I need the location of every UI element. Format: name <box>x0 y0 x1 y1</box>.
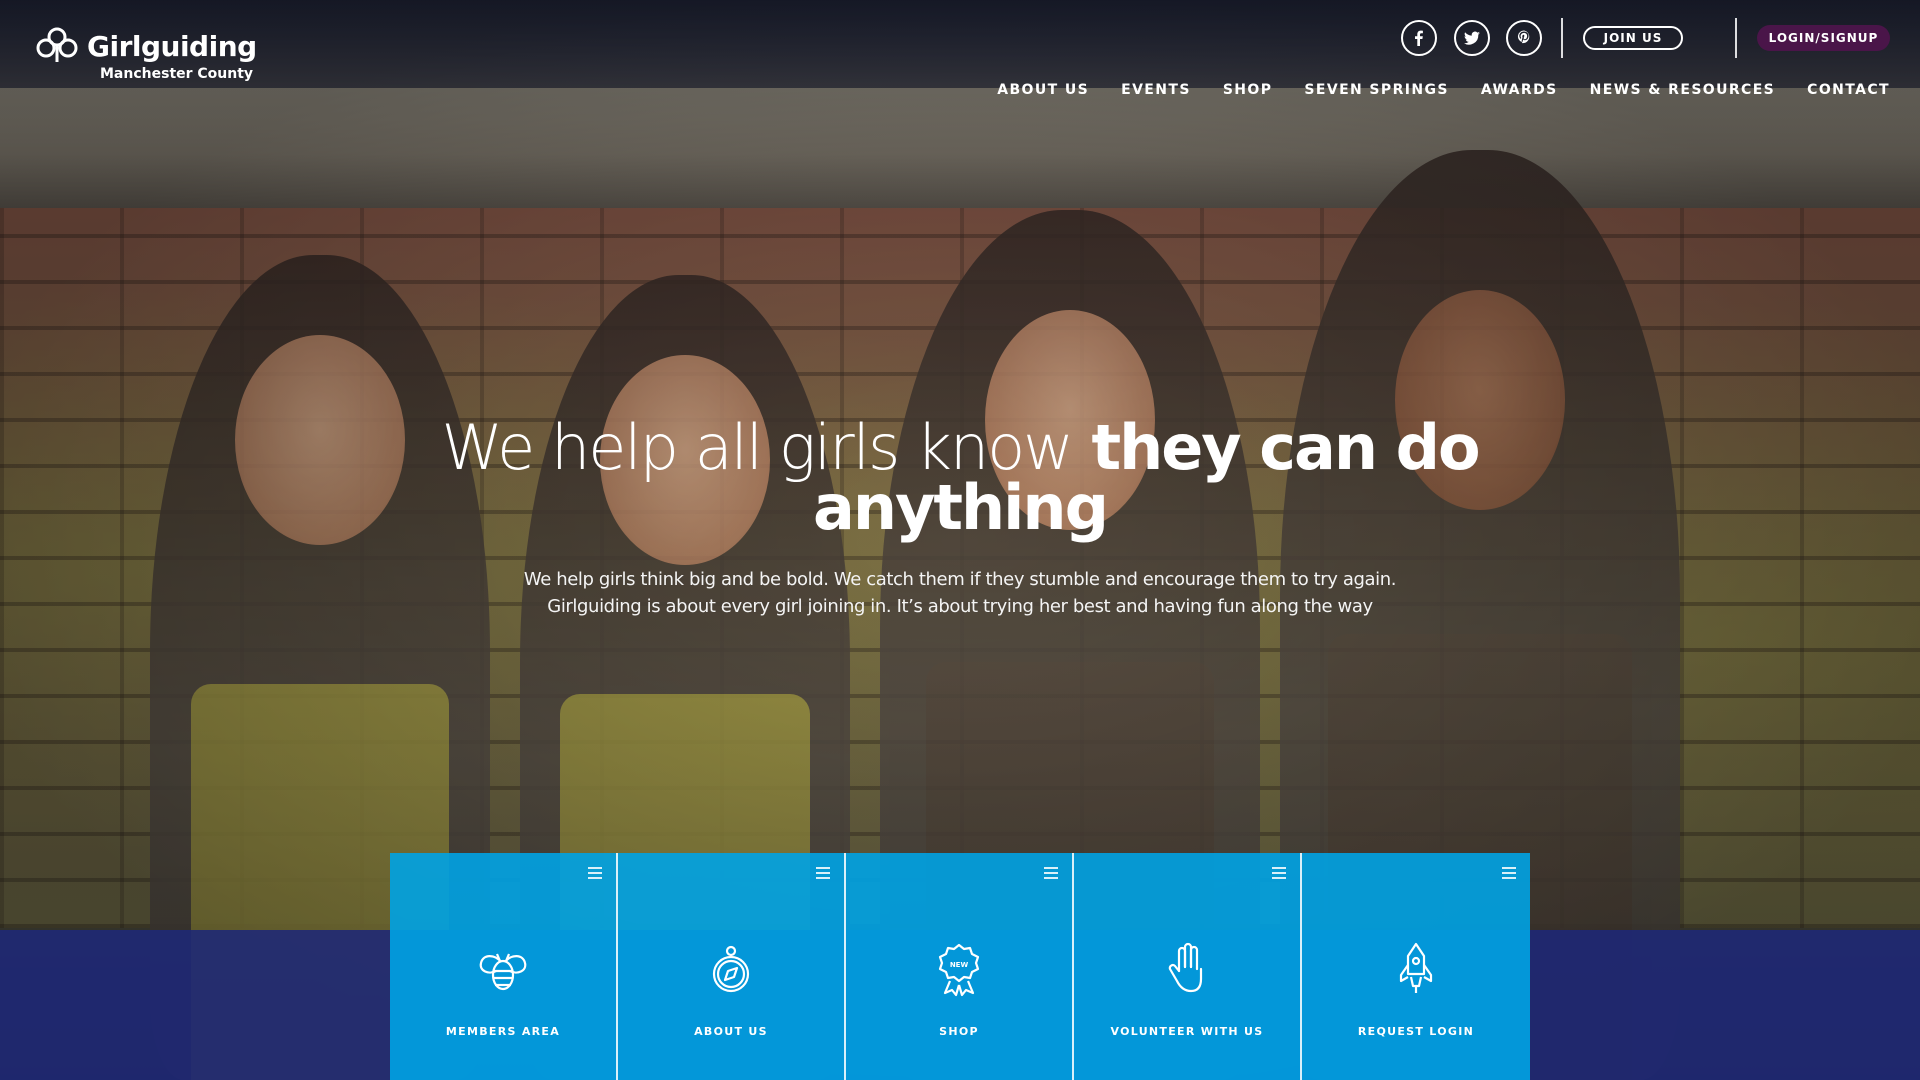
nav-item-shop[interactable]: SHOP <box>1223 82 1273 98</box>
facebook-link[interactable] <box>1401 20 1437 56</box>
nav-item-about-us[interactable]: ABOUT US <box>997 82 1089 98</box>
trefoil-logo-icon <box>36 27 78 62</box>
pinterest-icon <box>1517 30 1530 44</box>
facebook-icon <box>1415 30 1423 46</box>
bee-icon <box>479 953 527 991</box>
nav-item-contact[interactable]: CONTACT <box>1807 82 1890 98</box>
new-badge-icon: NEW <box>938 943 980 997</box>
nav-item-seven-springs[interactable]: SEVEN SPRINGS <box>1304 82 1448 98</box>
login-signup-button[interactable]: LOGIN/SIGNUP <box>1757 25 1890 51</box>
hero-subtext: We help girls think big and be bold. We … <box>460 566 1460 620</box>
nav-item-news-resources[interactable]: NEWS & RESOURCES <box>1590 82 1776 98</box>
twitter-link[interactable] <box>1454 20 1490 56</box>
site-logo[interactable]: Girlguiding Manchester County <box>34 26 274 86</box>
tile-label: MEMBERS AREA <box>445 1025 561 1038</box>
header-divider <box>1735 18 1737 58</box>
tile-label: ABOUT US <box>694 1025 768 1038</box>
tile-label: VOLUNTEER WITH US <box>1110 1025 1264 1038</box>
hero-headline: We help all girls know they can do anyth… <box>400 417 1520 539</box>
tile-shop[interactable]: NEW SHOP <box>846 853 1074 1080</box>
raised-hand-icon <box>1168 942 1203 993</box>
brand-subtitle: Manchester County <box>100 66 254 82</box>
twitter-icon <box>1464 31 1480 45</box>
tile-label: REQUEST LOGIN <box>1357 1025 1475 1038</box>
tile-label: SHOP <box>939 1025 979 1038</box>
tile-request-login[interactable]: REQUEST LOGIN <box>1302 853 1530 1080</box>
tile-volunteer-with-us[interactable]: VOLUNTEER WITH US <box>1074 853 1302 1080</box>
brand-title: Girlguiding <box>87 30 257 63</box>
hamburger-icon <box>1044 867 1058 879</box>
pinterest-link[interactable] <box>1506 20 1542 56</box>
hamburger-icon <box>1272 867 1286 879</box>
header-divider <box>1561 18 1563 58</box>
join-us-button[interactable]: JOIN US <box>1583 26 1683 50</box>
hamburger-icon <box>816 867 830 879</box>
nav-item-events[interactable]: EVENTS <box>1121 82 1191 98</box>
rocket-icon <box>1399 942 1433 993</box>
hamburger-icon <box>588 867 602 879</box>
main-nav: ABOUT US EVENTS SHOP SEVEN SPRINGS AWARD… <box>997 82 1890 98</box>
quick-links: MEMBERS AREA ABOUT US NEW SHOP VOLUNTEER… <box>390 853 1530 1080</box>
tile-about-us[interactable]: ABOUT US <box>618 853 846 1080</box>
svg-text:NEW: NEW <box>950 961 969 969</box>
compass-icon <box>712 945 750 993</box>
tile-members-area[interactable]: MEMBERS AREA <box>390 853 618 1080</box>
nav-item-awards[interactable]: AWARDS <box>1481 82 1558 98</box>
hamburger-icon <box>1502 867 1516 879</box>
hero-subtext-line1: We help girls think big and be bold. We … <box>523 569 1397 590</box>
hero-subtext-line2: Girlguiding is about every girl joining … <box>547 596 1373 617</box>
